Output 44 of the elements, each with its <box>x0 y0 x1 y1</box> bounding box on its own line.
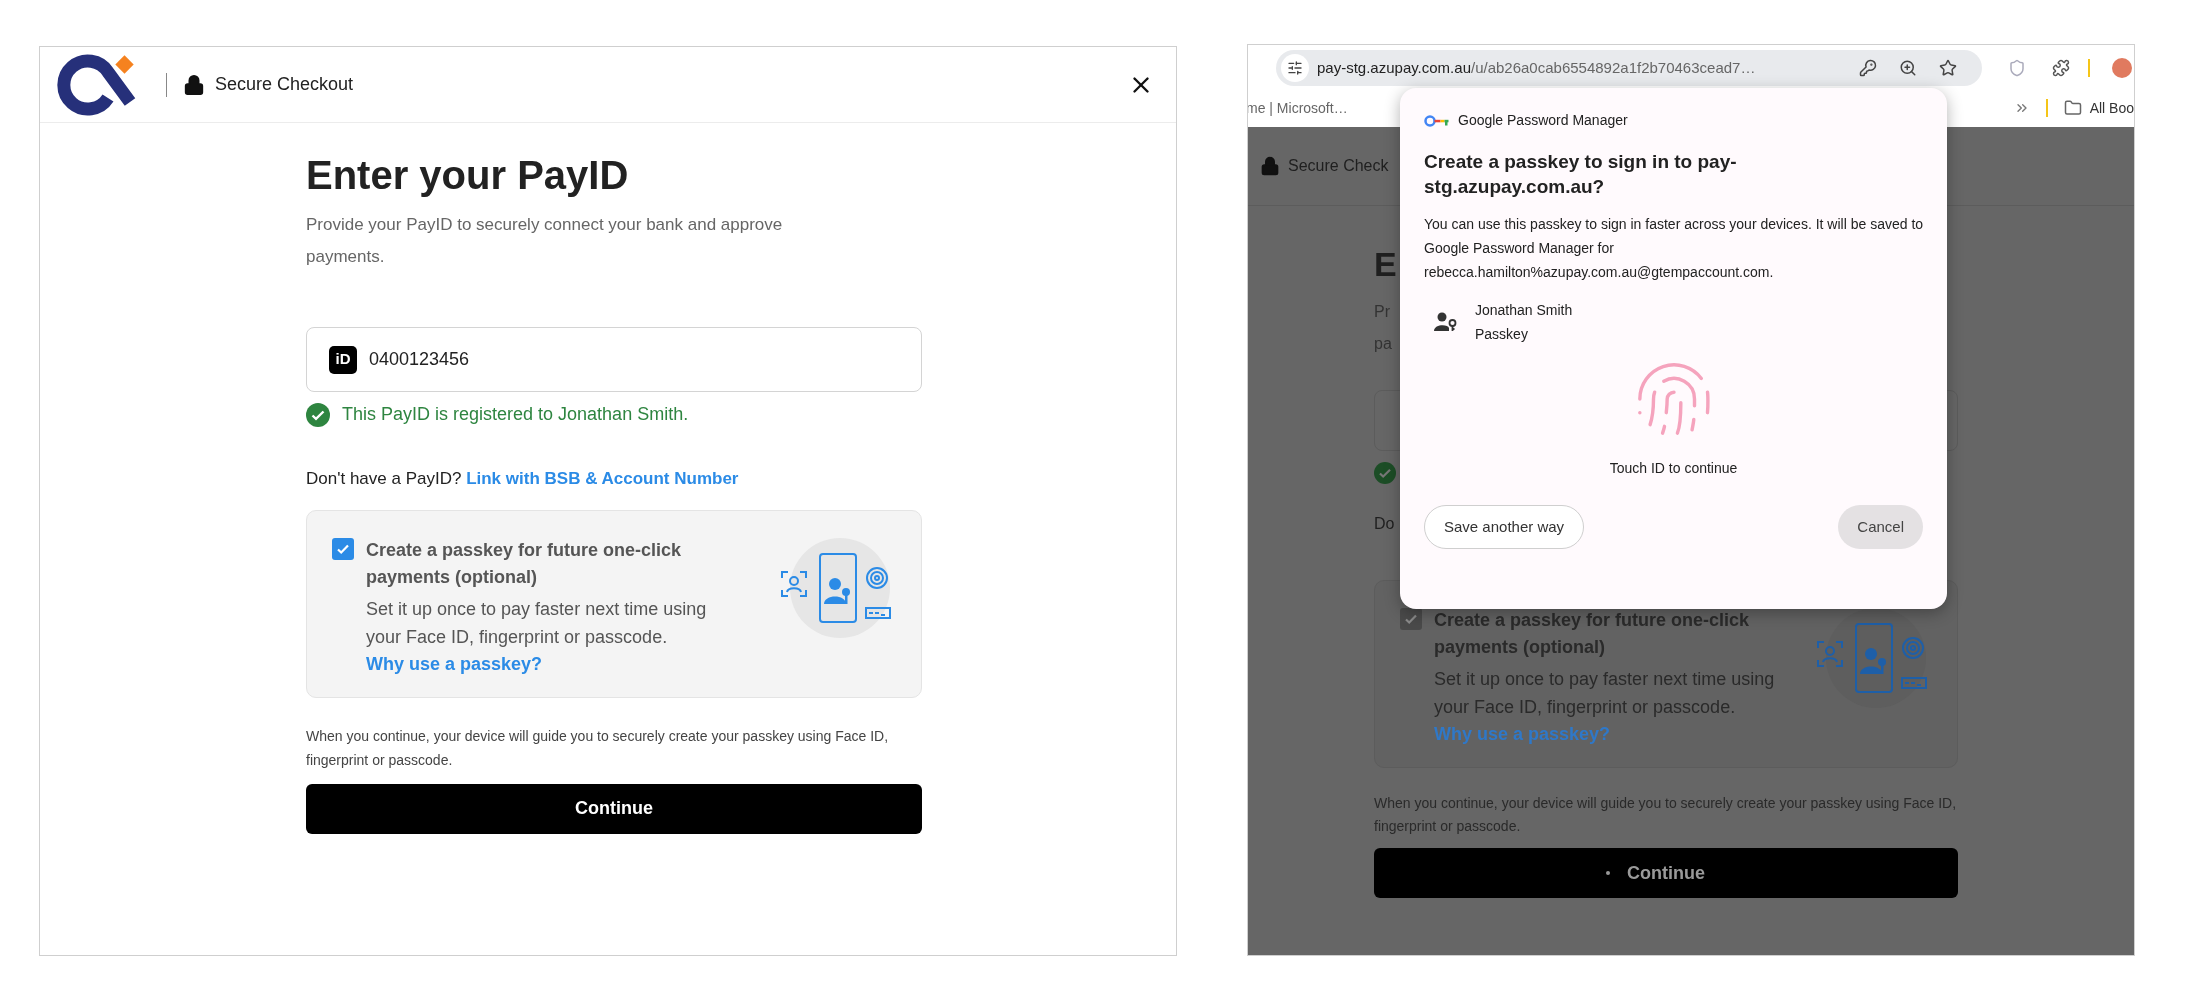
passkey-title: Create a passkey for future one-click payments (optional) <box>366 538 683 589</box>
link-prompt: Do <box>1374 514 1395 534</box>
dialog-button[interactable]: Cancel <box>1838 505 1923 549</box>
link-prompt: Don't have a PayID? Link with BSB & Account Number <box>306 468 740 490</box>
checkbox[interactable] <box>332 537 354 560</box>
bookmark-item[interactable]: All Boo <box>2089 97 2134 119</box>
dialog-body: You can use this passkey to sign in faster across your devices. It will be saved to Google Password Manager for rebecca.hamilton%azupay.com.au@gtempaccount.com. <box>1424 215 1924 282</box>
address-bar[interactable]: pay-stg.azupay.com.au/u/ab26a0cab6554892a1f2b70463cead7… <box>1276 50 1982 86</box>
bookmark-star-icon[interactable] <box>1939 59 1957 77</box>
page-heading: Enter your PayID <box>306 152 630 199</box>
account-name: Jonathan Smith <box>1475 301 1573 320</box>
lock-icon <box>1260 156 1280 176</box>
payid-field[interactable]: iD 0400123456 <box>306 327 922 392</box>
page-heading: E <box>1374 244 1397 285</box>
dialog-button[interactable]: Save another way <box>1424 505 1585 549</box>
lock-icon <box>183 73 205 96</box>
passkey-description: Set it up once to pay faster next time using your Face ID, fingerprint or passcode. <box>366 597 708 649</box>
checkbox[interactable] <box>1400 608 1422 630</box>
continue-note: When you continue, your device will guide you to securely create your passkey using Face ID, fingerprint or passcode. <box>306 726 890 770</box>
key-icon[interactable] <box>1859 59 1877 77</box>
touch-id-prompt: Touch ID to continue <box>1609 459 1738 478</box>
payid-badge: iD <box>329 345 357 374</box>
extensions-icon[interactable] <box>2052 59 2070 77</box>
continue-button[interactable]: Continue <box>306 783 922 834</box>
profile-avatar[interactable] <box>2112 58 2132 78</box>
key-icon <box>1424 113 1450 128</box>
passkey-description: Set it up once to pay faster next time using your Face ID, fingerprint or passcode. <box>1434 668 1776 719</box>
url-text: pay-stg.azupay.com.au/u/ab26a0cab6554892a1f2b70463cead7… <box>1317 57 1756 78</box>
site-settings-icon[interactable] <box>1281 54 1309 82</box>
continue-note: When you continue, your device will guide you to securely create your passkey using Face ID, fingerprint or passcode. <box>1374 794 1958 836</box>
continue-button[interactable]: Continue <box>1374 848 1958 898</box>
zoom-icon[interactable] <box>1899 59 1917 77</box>
folder-icon <box>2063 99 2082 117</box>
status-message: This PayID is registered to Jonathan Smith. <box>342 403 689 426</box>
page-subtitle: Provide your PayID to securely connect your bank and approve payments. <box>306 214 784 268</box>
bank-link[interactable]: Link with BSB & Account Number <box>466 469 739 488</box>
success-icon <box>306 402 330 427</box>
account-type: Passkey <box>1475 325 1529 344</box>
header-title: Secure Check <box>1288 156 1389 176</box>
header-title: Secure Checkout <box>215 73 354 96</box>
success-icon <box>1374 462 1396 484</box>
dialog-app-name: Google Password Manager <box>1458 111 1628 130</box>
dialog-title: Create a passkey to sign in to pay-stg.azupay.com.au? <box>1424 150 1738 199</box>
account-key-icon <box>1434 311 1458 333</box>
